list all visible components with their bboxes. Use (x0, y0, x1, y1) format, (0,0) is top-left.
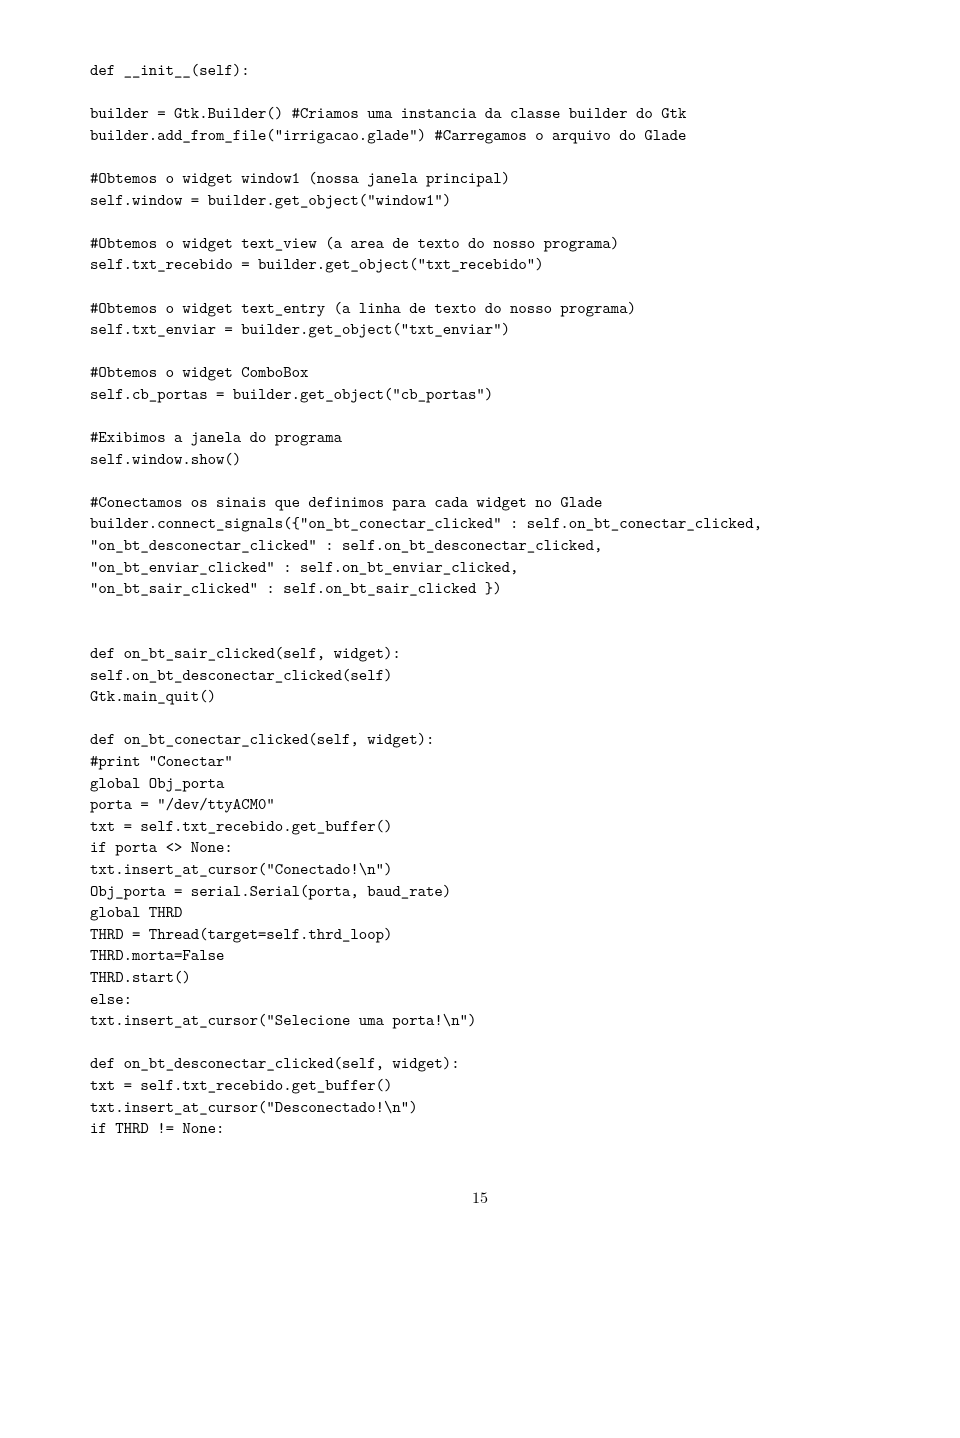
page-number: 15 (90, 1186, 870, 1208)
code-block: def __init__(self): builder = Gtk.Builde… (90, 60, 870, 1140)
